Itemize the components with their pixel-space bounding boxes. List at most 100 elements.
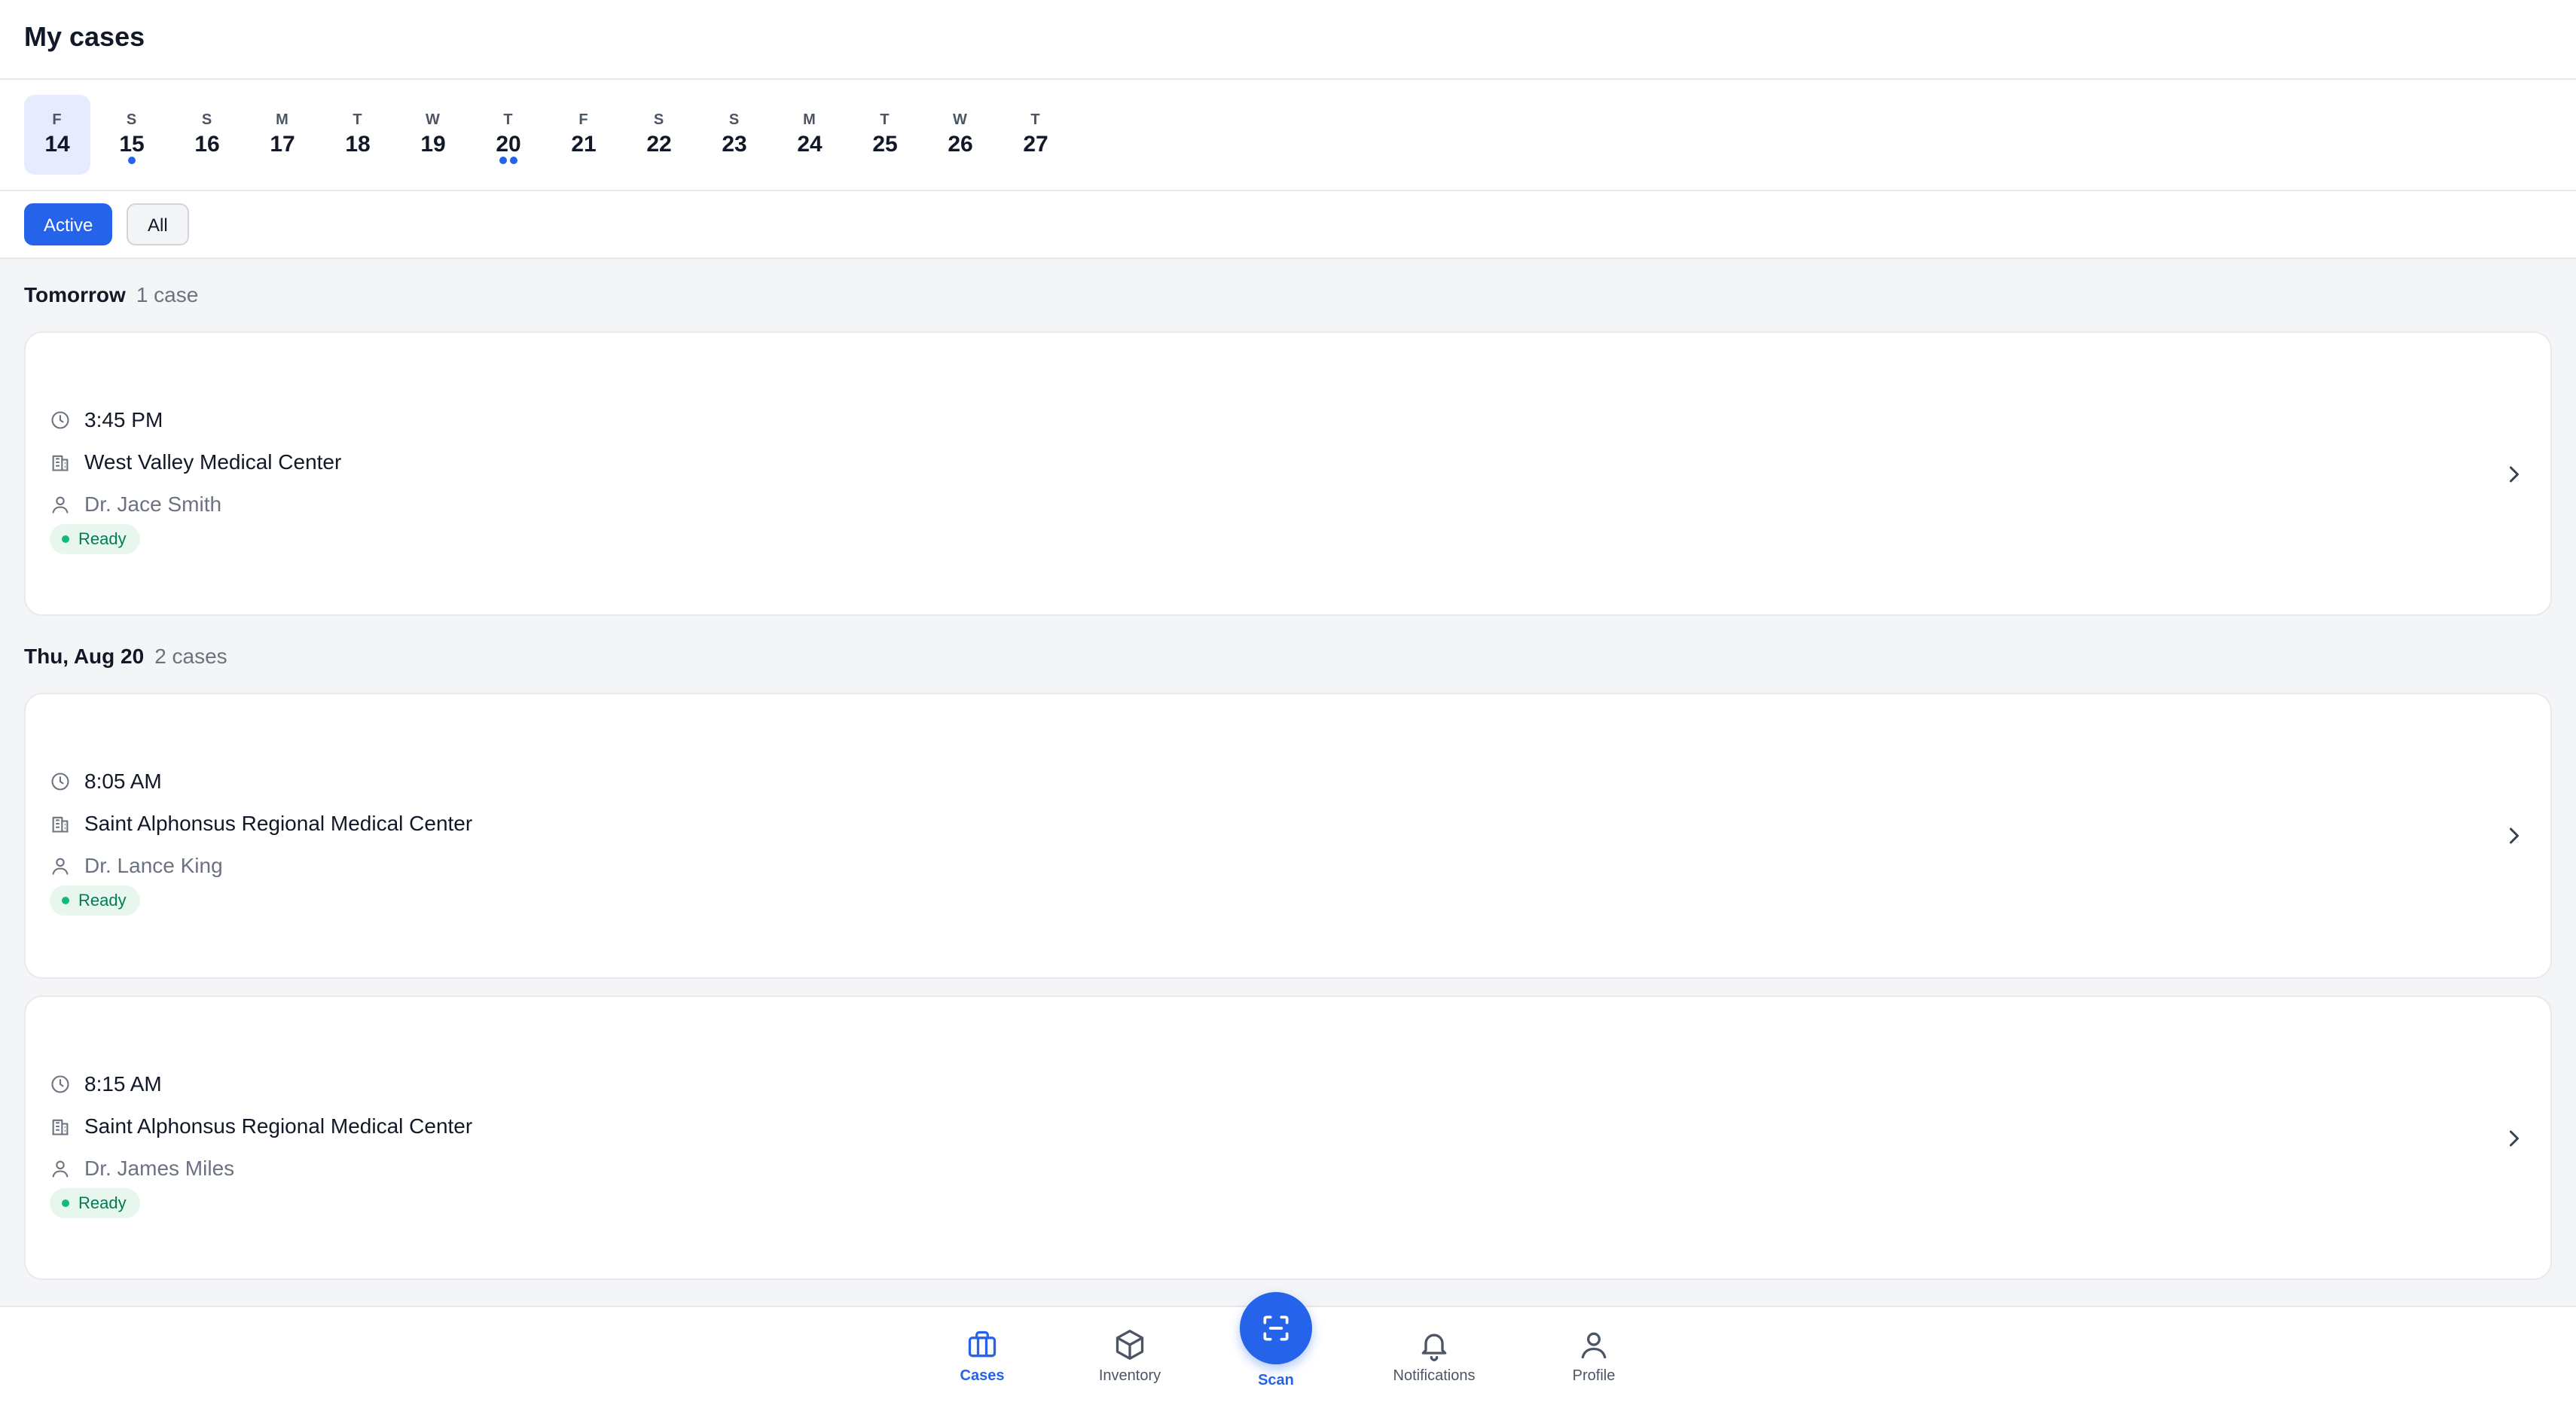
date-item-20[interactable]: T 20 [475, 95, 542, 175]
nav-label: Inventory [1098, 1367, 1161, 1384]
status-badge: Ready [50, 524, 140, 554]
nav-label: Notifications [1393, 1367, 1476, 1384]
case-card[interactable]: 8:15 AM Saint Alphonsus Regional Medical… [24, 995, 2552, 1280]
day-number: 21 [571, 132, 597, 157]
day-number: 27 [1023, 132, 1048, 157]
case-facility: Saint Alphonsus Regional Medical Center [84, 812, 473, 835]
day-letter: T [503, 111, 514, 128]
nav-cases[interactable]: Cases [907, 1328, 1058, 1385]
nav-profile[interactable]: Profile [1518, 1328, 1669, 1385]
day-letter: T [1030, 111, 1041, 128]
case-doctor: Dr. Lance King [84, 854, 223, 877]
case-facility-row: Saint Alphonsus Regional Medical Center [50, 1111, 472, 1141]
nav-notifications[interactable]: Notifications [1359, 1328, 1509, 1385]
day-letter: S [728, 111, 740, 128]
day-letter: M [803, 111, 816, 128]
day-letter: M [276, 111, 289, 128]
scan-label: Scan [1258, 1372, 1294, 1388]
day-letter: S [653, 111, 665, 128]
day-letter: W [426, 111, 441, 128]
filter-bar: Active All [0, 191, 2576, 259]
building-icon [52, 1119, 69, 1135]
date-item-18[interactable]: T 18 [325, 95, 391, 175]
case-indicator-dots [99, 157, 165, 164]
date-item-27[interactable]: T 27 [1003, 95, 1069, 175]
case-doctor-row: Dr. James Miles [50, 1154, 234, 1184]
date-item-24[interactable]: M 24 [777, 95, 843, 175]
date-item-23[interactable]: S 23 [701, 95, 768, 175]
day-number: 25 [872, 132, 898, 157]
case-dot [128, 157, 136, 164]
date-item-22[interactable]: S 22 [626, 95, 692, 175]
status-label: Ready [78, 891, 127, 910]
day-letter: S [201, 111, 213, 128]
day-number: 24 [797, 132, 823, 157]
filter-all-chip[interactable]: All [127, 203, 189, 245]
status-label: Ready [78, 529, 127, 548]
status-dot [62, 535, 69, 543]
case-time: 8:15 AM [84, 1072, 162, 1096]
date-item-25[interactable]: T 25 [852, 95, 918, 175]
case-doctor: Dr. James Miles [84, 1157, 235, 1180]
day-letter: T [353, 111, 363, 128]
case-time-row: 8:15 AM [50, 1069, 162, 1099]
case-time: 3:45 PM [84, 408, 163, 431]
day-number: 26 [948, 132, 973, 157]
user-icon [52, 496, 69, 514]
date-item-19[interactable]: W 19 [400, 95, 466, 175]
chevron-right-icon[interactable] [2501, 1125, 2528, 1152]
status-badge: Ready [50, 1188, 140, 1218]
day-number: 16 [194, 132, 220, 157]
section-count: 1 case [136, 283, 199, 306]
case-doctor-row: Dr. Lance King [50, 851, 223, 881]
day-letter: F [578, 111, 589, 128]
clock-icon [51, 773, 69, 791]
day-letter: S [126, 111, 138, 128]
building-icon [52, 816, 69, 833]
nav-inventory[interactable]: Inventory [1055, 1328, 1205, 1385]
section-title: Thu, Aug 20 [24, 645, 145, 668]
status-dot [62, 1199, 69, 1207]
day-number: 14 [44, 132, 70, 157]
page-title: My cases [24, 21, 145, 52]
day-letter: W [953, 111, 968, 128]
chevron-right-icon[interactable] [2501, 461, 2528, 488]
section-header-thu-aug-20: Thu, Aug 20 2 cases [24, 645, 227, 669]
date-item-26[interactable]: W 26 [927, 95, 993, 175]
clock-icon [51, 1075, 69, 1093]
building-icon [52, 455, 69, 471]
date-item-16[interactable]: S 16 [174, 95, 240, 175]
chevron-right-icon[interactable] [2501, 822, 2528, 849]
date-item-21[interactable]: F 21 [551, 95, 617, 175]
case-dot [499, 157, 507, 164]
day-letter: T [880, 111, 890, 128]
box-icon [1116, 1330, 1144, 1360]
day-number: 19 [420, 132, 446, 157]
case-card[interactable]: 8:05 AM Saint Alphonsus Regional Medical… [24, 693, 2552, 979]
case-facility-row: West Valley Medical Center [50, 447, 341, 477]
briefcase-icon [968, 1330, 997, 1358]
case-time-row: 3:45 PM [50, 405, 163, 435]
section-count: 2 cases [154, 645, 227, 668]
case-facility: West Valley Medical Center [84, 450, 342, 474]
filter-active-chip[interactable]: Active [24, 203, 113, 245]
date-strip: F 14 S 15 S 16 M 17 T 18 W 19 T 20 F 21 … [0, 80, 2576, 191]
scan-icon [1263, 1315, 1289, 1341]
date-item-15[interactable]: S 15 [99, 95, 165, 175]
case-time-row: 8:05 AM [50, 767, 162, 797]
date-item-14[interactable]: F 14 [24, 95, 90, 175]
date-item-17[interactable]: M 17 [249, 95, 316, 175]
day-number: 15 [119, 132, 145, 157]
case-indicator-dots [475, 157, 542, 164]
status-dot [62, 897, 69, 904]
day-number: 17 [270, 132, 295, 157]
day-number: 23 [722, 132, 747, 157]
nav-label: Profile [1572, 1367, 1616, 1384]
day-number: 18 [345, 132, 371, 157]
status-badge: Ready [50, 885, 140, 916]
clock-icon [51, 411, 69, 429]
case-card[interactable]: 3:45 PM West Valley Medical Center Dr. J… [24, 331, 2552, 616]
status-label: Ready [78, 1193, 127, 1212]
scan-button[interactable] [1240, 1292, 1312, 1364]
day-number: 22 [646, 132, 672, 157]
